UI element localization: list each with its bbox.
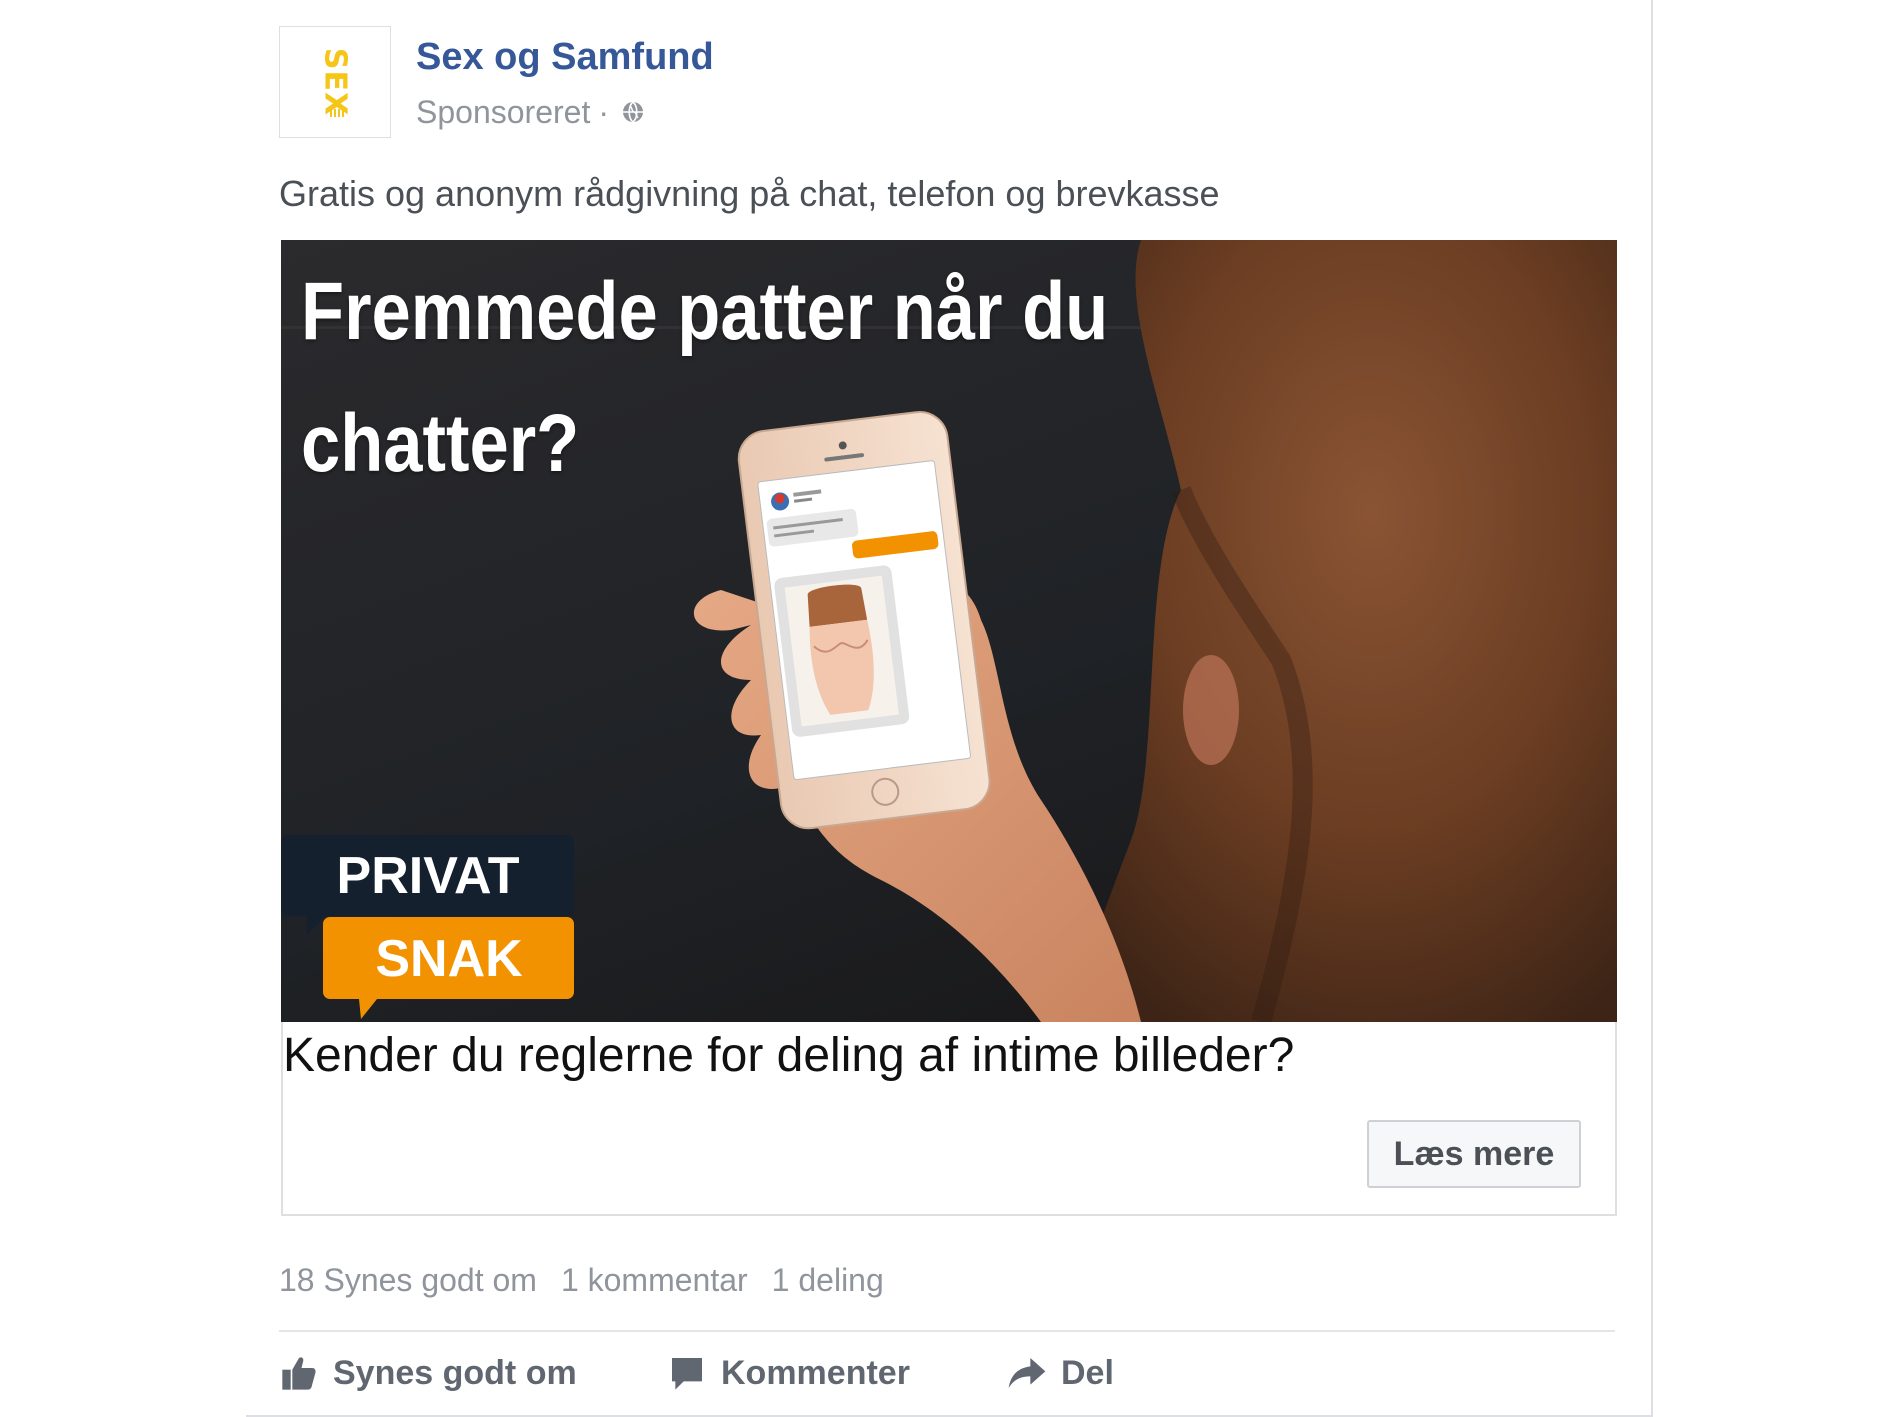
sponsored-post: SEX Sex og Samfund Sponsoreret · Gratis … <box>246 0 1653 1417</box>
shares-count[interactable]: 1 deling <box>772 1262 884 1299</box>
ad-headline-line1: Fremmede patter når du <box>301 266 1109 357</box>
speech-bubble-icon <box>672 1358 702 1390</box>
page-avatar[interactable]: SEX <box>279 26 391 138</box>
likes-count[interactable]: 18 Synes godt om <box>279 1262 537 1299</box>
read-more-button[interactable]: Læs mere <box>1367 1120 1581 1188</box>
like-label: Synes godt om <box>333 1353 577 1392</box>
privat-snak-badge: PRIVAT SNAK <box>281 835 574 1019</box>
thumbs-up-icon <box>282 1357 316 1390</box>
link-headline[interactable]: Kender du reglerne for deling af intime … <box>283 1028 1294 1083</box>
ad-headline: Fremmede patter når du chatter? <box>301 246 1161 510</box>
badge-bottom-text: SNAK <box>375 930 523 988</box>
badge-top-text: PRIVAT <box>337 847 520 905</box>
share-arrow-icon <box>1008 1358 1046 1388</box>
globe-icon[interactable] <box>621 100 645 124</box>
comments-count[interactable]: 1 kommentar <box>561 1262 748 1299</box>
comment-label: Kommenter <box>721 1353 910 1392</box>
divider <box>279 1330 1615 1332</box>
sponsored-label[interactable]: Sponsoreret <box>416 94 590 131</box>
comment-button[interactable]: Kommenter <box>667 1348 1007 1398</box>
logo-detail <box>330 109 344 117</box>
like-button[interactable]: Synes godt om <box>279 1348 667 1398</box>
share-button[interactable]: Del <box>1007 1348 1114 1398</box>
engagement-stats: 18 Synes godt om 1 kommentar 1 deling <box>279 1258 884 1302</box>
ad-image[interactable]: Fremmede patter når du chatter? PRIVAT S… <box>281 240 1617 1022</box>
action-bar: Synes godt om Kommenter Del <box>279 1348 1114 1398</box>
ad-headline-line2: chatter? <box>301 398 580 489</box>
page-name-link[interactable]: Sex og Samfund <box>416 36 714 79</box>
share-label: Del <box>1061 1353 1114 1392</box>
post-body-text: Gratis og anonym rådgivning på chat, tel… <box>279 173 1220 214</box>
post-meta: Sponsoreret · <box>416 92 645 132</box>
meta-separator: · <box>598 93 609 130</box>
page-logo: SEX <box>317 47 353 117</box>
link-preview[interactable]: Kender du reglerne for deling af intime … <box>281 1022 1617 1216</box>
